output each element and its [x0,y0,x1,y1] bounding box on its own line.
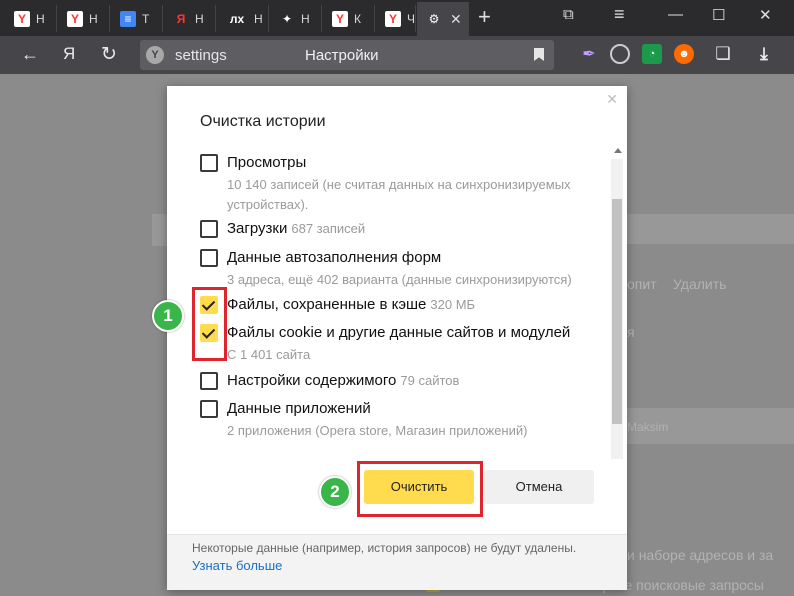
dialog-close-icon[interactable]: ✕ [606,91,618,108]
scroll-up-arrow-icon[interactable] [614,148,622,153]
collections-icon[interactable]: ❏ [713,44,733,64]
new-tab-plus-icon[interactable]: + [478,4,491,30]
tab-label: Н [89,11,98,26]
item-name: Данные приложений [227,400,371,417]
checkbox-browsing[interactable] [200,154,218,172]
dialog-title: Очистка истории [200,113,326,130]
yandex-y-icon: Y [385,10,401,27]
background-delete-partial: опит [627,276,657,292]
item-description: 3 адреса, ещё 402 варианта (данные синхр… [227,272,572,287]
step-badge-2: 2 [319,476,351,508]
item-count: 687 записей [291,221,366,236]
google-docs-icon: ≡ [120,10,136,27]
step-badge-1: 1 [152,300,184,332]
reload-icon[interactable]: ↻ [101,43,117,66]
yandex-red-icon: Я [176,11,186,26]
checkbox-autofill[interactable] [200,249,218,267]
checkbox-content-settings[interactable] [200,372,218,390]
feather-extension-icon[interactable]: ✒ [579,44,599,64]
item-description: 10 140 записей (не считая данных на синх… [227,177,571,212]
tab-label: К [354,11,361,26]
yandex-y-icon: Y [67,10,83,27]
background-delete-link: Удалить [673,276,727,292]
checkbox-downloads[interactable] [200,220,218,238]
url-field[interactable]: Y settings Настройки [140,40,554,70]
tab-1[interactable]: Y Н [5,5,57,32]
window-close-icon[interactable]: ✕ [759,6,772,24]
address-bar-row: ← Я ↻ Y settings Настройки ✒ ◔ ☻ ❏ ⤓ [0,36,794,74]
footer-note: Некоторые данные (например, история запр… [192,541,577,555]
item-name: Файлы cookie и другие данные сайтов и мо… [227,324,571,341]
item-name: Просмотры [227,154,307,171]
site-protect-icon[interactable]: Y [146,46,164,64]
background-panel [627,214,794,244]
highlight-clear-button [357,461,483,517]
close-tab-icon[interactable]: ✕ [450,11,462,28]
tab-8[interactable]: Y Ч [376,5,416,32]
item-label: Файлы, сохраненные в кэше 320 МБ [227,296,475,313]
tab-bar: Y Н Y Н ≡ Т Я Н лх Н ✦ Н Y К Y Ч ⚙ ✕ + ⧉… [0,0,794,36]
sparkle-icon: ✦ [281,11,293,26]
bookmark-icon[interactable] [534,48,544,61]
background-profile-name: Maksim [627,420,669,434]
url-text: settings [175,47,227,64]
tab-manager-icon[interactable]: ⧉ [563,6,574,23]
item-label: Данные приложений [227,400,375,417]
item-name: Загрузки [227,220,288,237]
item-name: Настройки содержимого [227,372,397,389]
tab-label: Т [142,11,150,26]
item-label: Файлы cookie и другие данные сайтов и мо… [227,324,574,341]
yandex-y-icon: Y [14,10,30,27]
minimize-icon[interactable]: — [668,6,683,23]
checkbox-app-data[interactable] [200,400,218,418]
tab-2[interactable]: Y Н [58,5,110,32]
tab-label: Н [36,11,45,26]
lh-icon: лх [229,11,245,26]
fire-extension-icon[interactable]: ☻ [674,44,694,64]
tab-label: Ч [407,11,415,26]
yandex-y-icon: Y [332,10,348,27]
tab-3[interactable]: ≡ Т [111,5,163,32]
learn-more-link[interactable]: Узнать больше [192,558,282,573]
yandex-button[interactable]: Я [63,44,75,64]
clock-extension-icon[interactable]: ◔ [642,44,662,64]
item-name: Файлы, сохраненные в кэше [227,296,427,313]
highlight-checkboxes [192,287,227,361]
background-text: и наборе адресов и за [627,547,774,563]
download-icon[interactable]: ⤓ [754,44,774,64]
tab-label: Н [254,11,263,26]
cancel-button[interactable]: Отмена [484,470,594,504]
gear-icon: ⚙ [428,12,440,26]
page-title: Настройки [305,47,379,64]
tab-label: Н [195,11,204,26]
item-label: Просмотры [227,154,310,171]
background-text: я [627,324,635,340]
item-description: 2 приложения (Opera store, Магазин прило… [227,423,528,438]
maximize-icon[interactable]: ☐ [712,6,725,24]
history-items-list: Просмотры 10 140 записей (не считая данн… [167,147,627,459]
item-label: Данные автозаполнения форм [227,249,445,266]
tab-settings-active[interactable]: ⚙ ✕ [417,2,469,36]
tab-5[interactable]: лх Н [217,5,269,32]
tab-4[interactable]: Я Н [164,5,216,32]
item-name: Данные автозаполнения форм [227,249,442,266]
item-label: Загрузки 687 записей [227,220,365,237]
menu-hamburger-icon[interactable]: ≡ [614,4,625,25]
tab-label: Н [301,11,310,26]
tab-7[interactable]: Y К [323,5,375,32]
item-count: 79 сайтов [400,373,460,388]
item-description: С 1 401 сайта [227,347,311,362]
scrollbar-thumb[interactable] [612,199,622,424]
back-arrow-icon[interactable]: ← [21,44,39,65]
tab-6[interactable]: ✦ Н [270,5,322,32]
bulb-extension-icon[interactable] [610,44,630,64]
item-count: 320 МБ [430,297,476,312]
dialog-footer: Некоторые данные (например, история запр… [167,534,627,590]
item-label: Настройки содержимого 79 сайтов [227,372,459,389]
